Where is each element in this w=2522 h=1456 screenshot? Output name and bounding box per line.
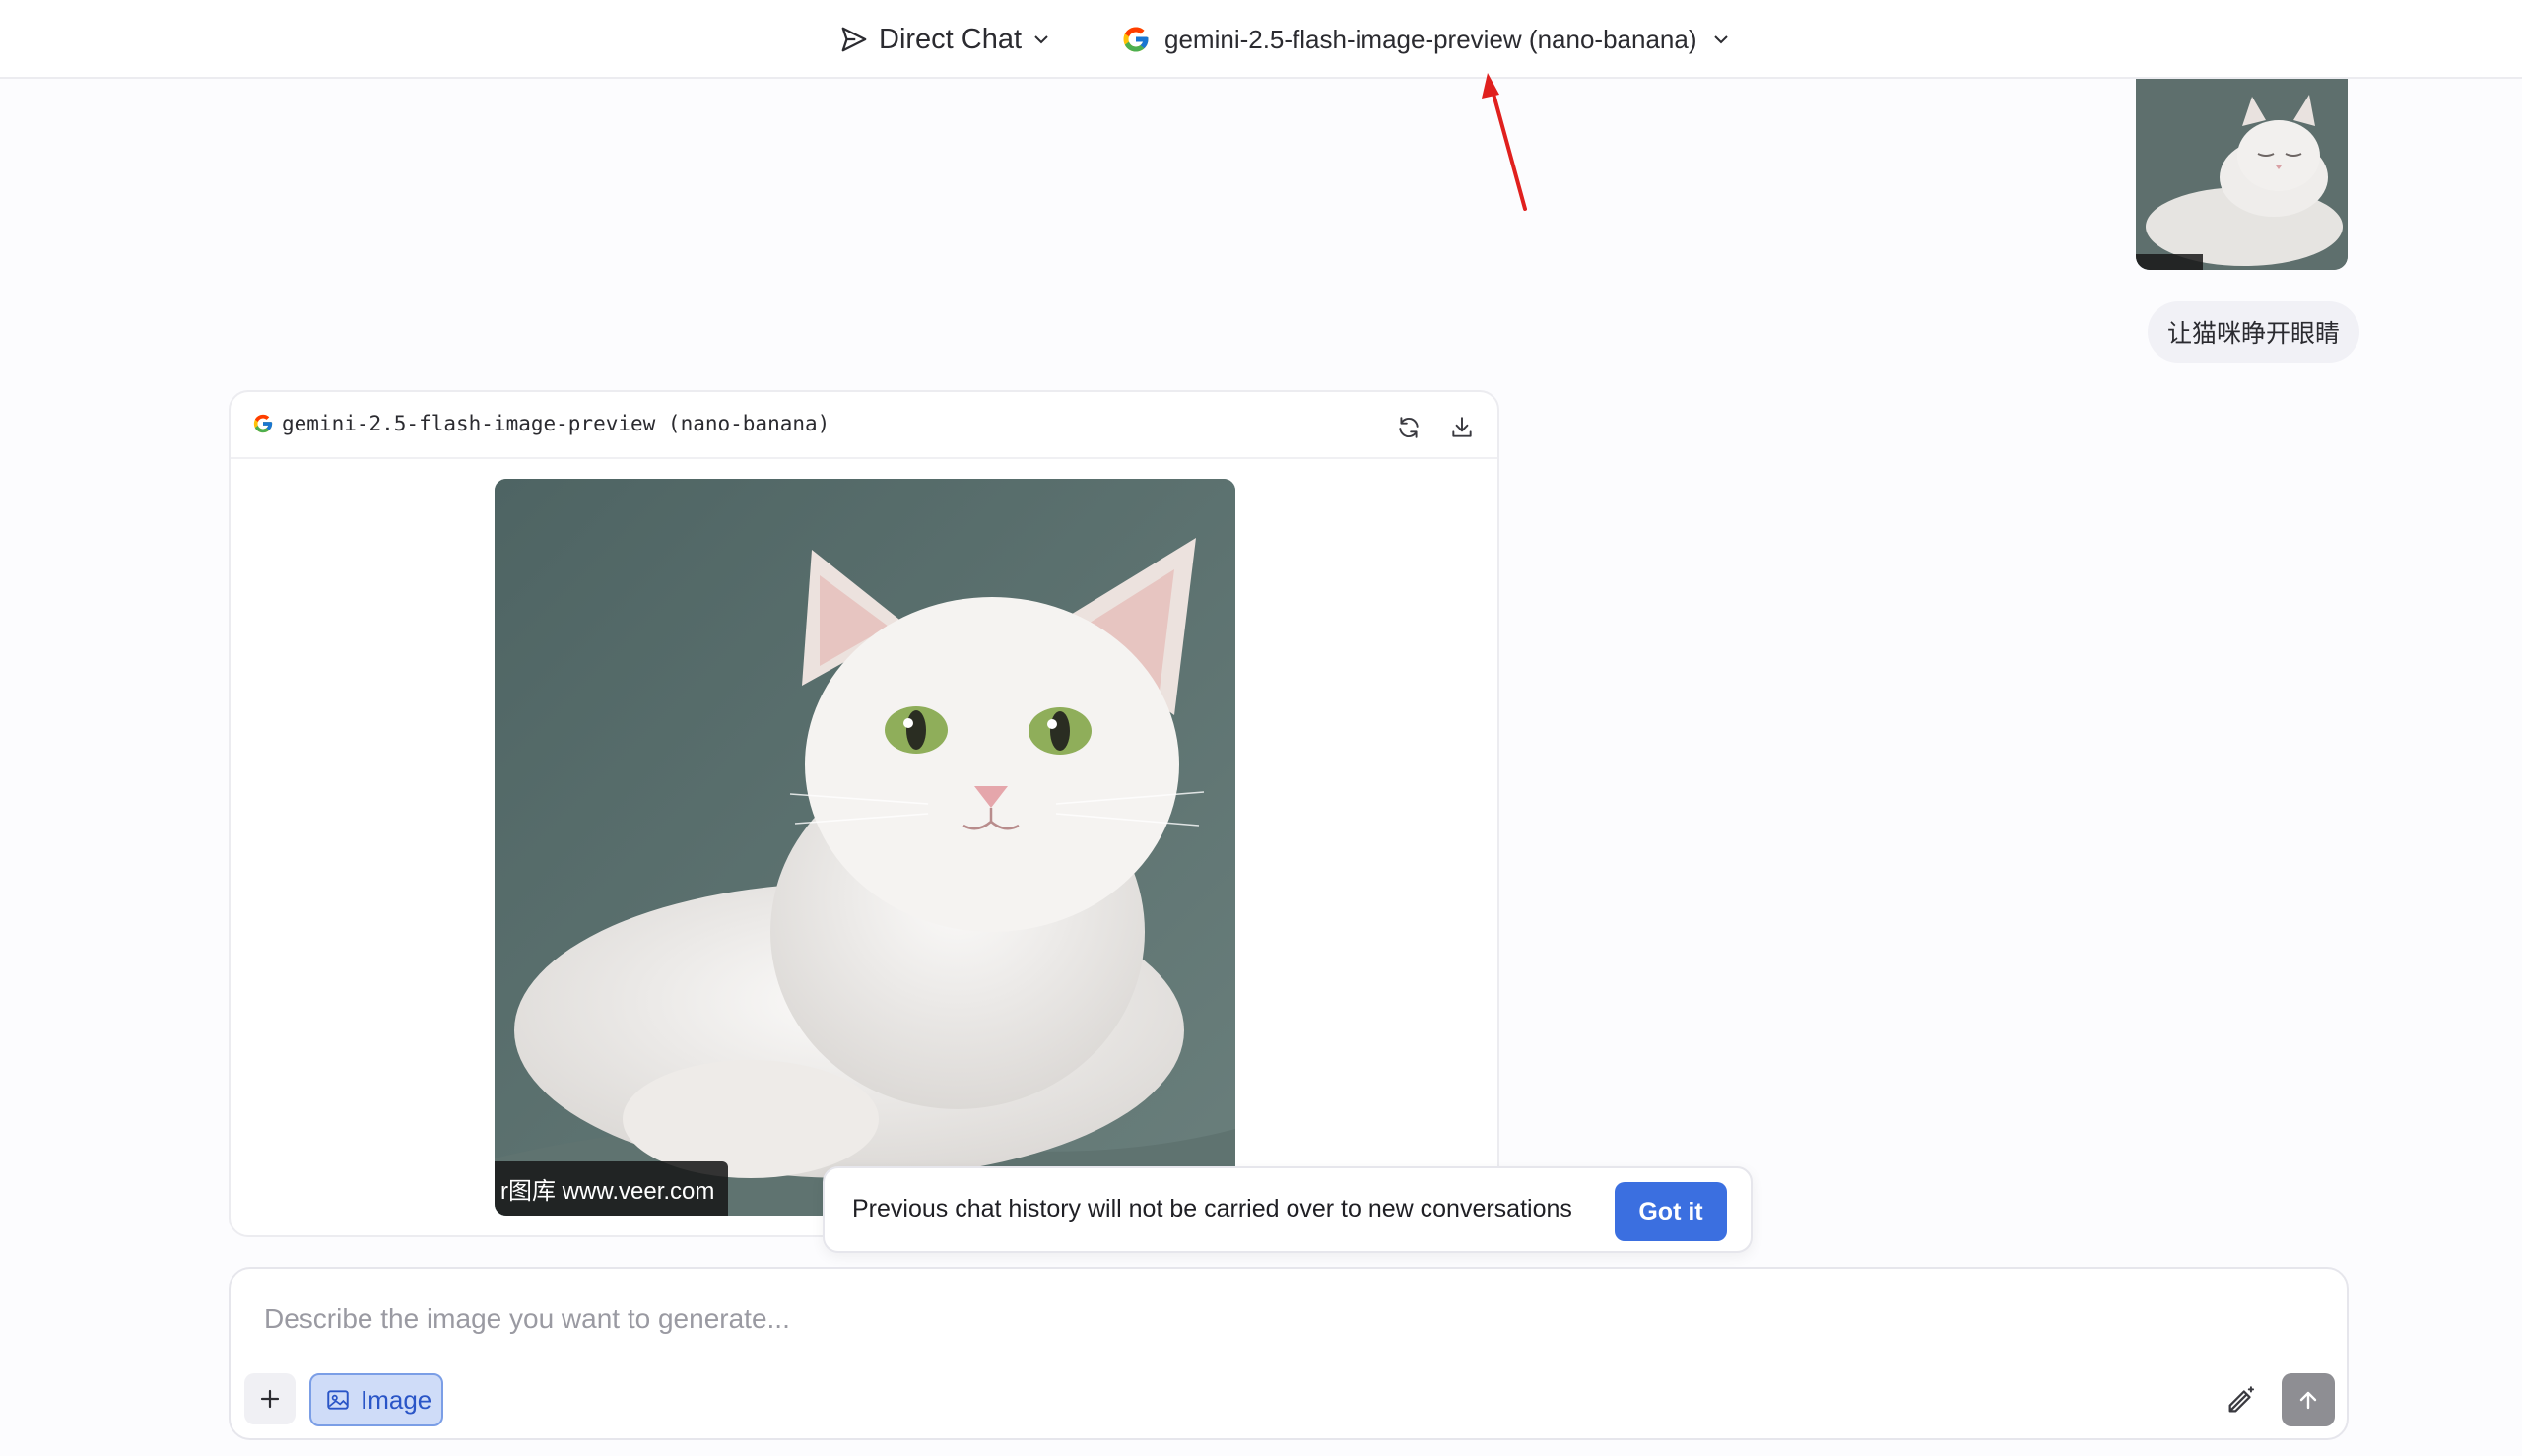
- image-mode-toggle[interactable]: Image: [309, 1373, 443, 1426]
- add-attachment-button[interactable]: [244, 1373, 296, 1424]
- cat-photo-thumbnail: [2136, 79, 2348, 270]
- image-icon: [327, 1390, 349, 1410]
- image-watermark: r图库 www.veer.com: [495, 1161, 729, 1216]
- download-icon: [1452, 417, 1472, 437]
- prompt-input[interactable]: [262, 1298, 2236, 1340]
- image-mode-label: Image: [361, 1384, 432, 1415]
- chat-mode-label: Direct Chat: [879, 23, 1023, 55]
- cat-photo: [495, 479, 1235, 1216]
- annotation-arrow: [1482, 73, 1527, 211]
- chat-mode-dropdown[interactable]: Direct Chat: [839, 20, 1051, 59]
- enhance-prompt-button[interactable]: [2221, 1379, 2262, 1421]
- toast-message: Previous chat history will not be carrie…: [852, 1195, 1572, 1223]
- response-header: gemini-2.5-flash-image-preview (nano-ban…: [231, 392, 1497, 459]
- arrow-up-icon: [2299, 1391, 2317, 1410]
- response-card: gemini-2.5-flash-image-preview (nano-ban…: [229, 390, 1499, 1237]
- google-logo-icon: [1123, 27, 1149, 52]
- plus-icon: [260, 1389, 280, 1409]
- regenerate-button[interactable]: [1393, 412, 1425, 443]
- send-icon: [841, 27, 867, 52]
- chevron-down-icon: [1034, 35, 1048, 44]
- user-message-bubble: 让猫咪睁开眼睛: [2148, 301, 2360, 363]
- response-model-name: gemini-2.5-flash-image-preview (nano-ban…: [282, 412, 830, 435]
- model-dropdown[interactable]: gemini-2.5-flash-image-preview (nano-ban…: [1121, 20, 1731, 59]
- got-it-button[interactable]: Got it: [1615, 1182, 1727, 1241]
- top-bar: Direct Chat gemini-2.5-flash-image-previ…: [0, 0, 2522, 79]
- google-logo-icon: [253, 414, 273, 433]
- prompt-composer: Image: [229, 1267, 2349, 1440]
- magic-wand-icon: [2228, 1386, 2255, 1413]
- user-uploaded-image[interactable]: [2136, 79, 2348, 270]
- chevron-down-icon: [1713, 35, 1728, 44]
- download-button[interactable]: [1446, 412, 1478, 443]
- generated-image[interactable]: r图库 www.veer.com: [495, 479, 1235, 1216]
- model-label: gemini-2.5-flash-image-preview (nano-ban…: [1164, 24, 1697, 54]
- send-button[interactable]: [2282, 1373, 2335, 1426]
- refresh-icon: [1399, 417, 1419, 438]
- info-toast: Previous chat history will not be carrie…: [823, 1166, 1753, 1253]
